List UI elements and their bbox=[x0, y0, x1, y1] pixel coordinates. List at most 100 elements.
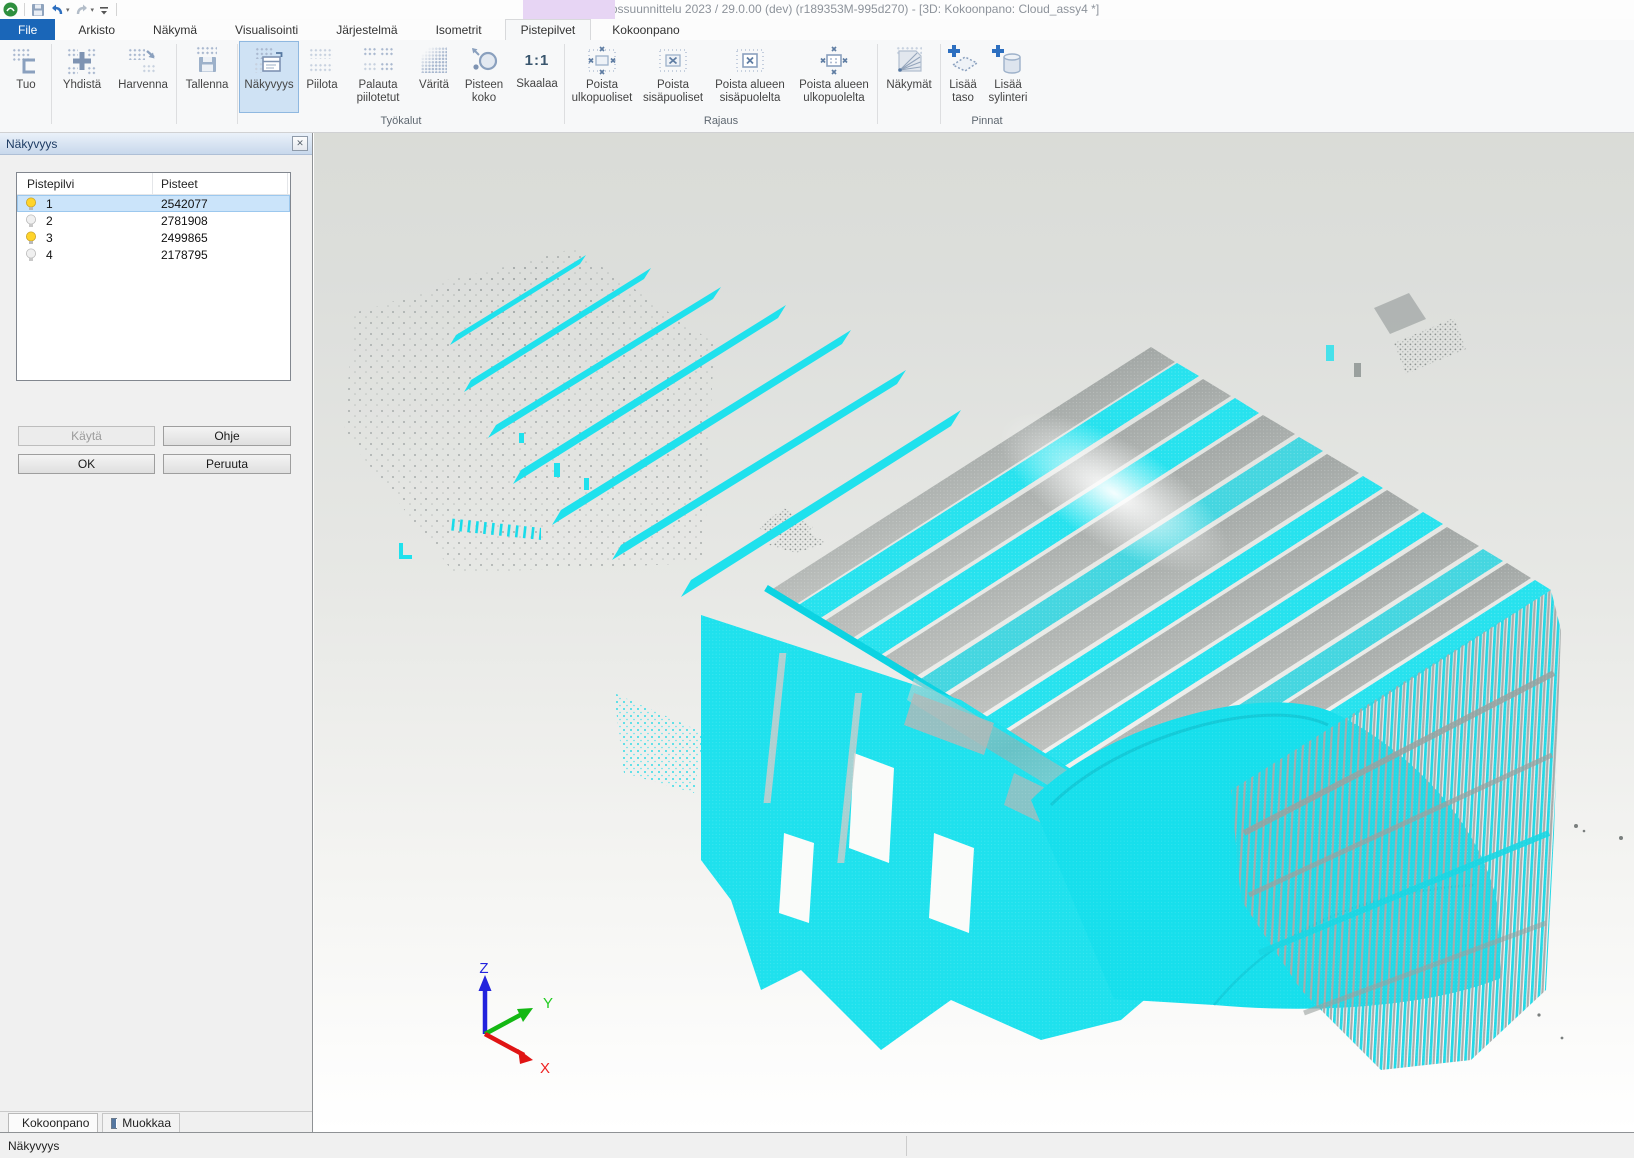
scale-1to1-icon: 1:1 bbox=[520, 44, 554, 78]
tallenna-button[interactable]: Tallenna bbox=[178, 41, 236, 113]
help-button[interactable]: Ohje bbox=[163, 426, 291, 446]
pointcloud-table[interactable]: Pistepilvi Pisteet 1 2542077 2 bbox=[16, 172, 291, 381]
piilota-button[interactable]: Piilota bbox=[299, 41, 345, 113]
merge-clouds-icon bbox=[65, 44, 99, 78]
status-bar: Näkyvyys bbox=[0, 1132, 1634, 1158]
remove-area-inside-icon bbox=[733, 44, 767, 78]
cloud-id: 2 bbox=[46, 214, 53, 228]
ribbon-tab-row: File Arkisto Näkymä Visualisointi Järjes… bbox=[0, 19, 1634, 40]
harvenna-button[interactable]: Harvenna bbox=[111, 41, 175, 113]
table-row[interactable]: 1 2542077 bbox=[17, 195, 290, 212]
tab-file[interactable]: File bbox=[0, 19, 55, 40]
dialog-title: Näkyvyys bbox=[0, 133, 312, 155]
table-row[interactable]: 4 2178795 bbox=[17, 246, 290, 263]
poista-alueen-sisapuolelta-button[interactable]: Poista alueen sisäpuolelta bbox=[708, 41, 792, 113]
bottom-tab-kokoonpano[interactable]: Kokoonpano bbox=[8, 1113, 98, 1133]
sparse-gray-points bbox=[344, 248, 826, 573]
nakymat-button[interactable]: Näkymät bbox=[879, 41, 939, 113]
visibility-dialog-panel: Näkyvyys ✕ Pistepilvi Pisteet 1 2542077 bbox=[0, 133, 313, 1132]
cancel-button[interactable]: Peruuta bbox=[163, 454, 291, 474]
ribbon-group-tyokalut: Näkyvyys Piilota Palau bbox=[239, 41, 563, 132]
remove-area-outside-icon bbox=[817, 44, 851, 78]
column-header-pistepilvi[interactable]: Pistepilvi bbox=[17, 173, 153, 194]
poista-ulkopuoliset-button[interactable]: Poista ulkopuoliset bbox=[566, 41, 638, 113]
group-label-tyokalut: Työkalut bbox=[239, 115, 563, 130]
ribbon-group-save: Tallenna bbox=[178, 41, 236, 132]
hide-cloud-icon bbox=[305, 44, 339, 78]
ribbon-group-views: Näkymät bbox=[879, 41, 939, 132]
varita-button[interactable]: Väritä bbox=[411, 41, 457, 113]
cloud-id: 4 bbox=[46, 248, 53, 262]
group-separator bbox=[940, 44, 941, 124]
ribbon-group-combine: Yhdistä Harvenna bbox=[53, 41, 175, 132]
tab-arkisto[interactable]: Arkisto bbox=[63, 19, 130, 40]
divider bbox=[0, 1111, 312, 1112]
table-header: Pistepilvi Pisteet bbox=[17, 173, 290, 195]
tab-nakyma[interactable]: Näkymä bbox=[138, 19, 212, 40]
group-separator bbox=[877, 44, 878, 124]
group-separator bbox=[237, 44, 238, 124]
tab-visualisointi[interactable]: Visualisointi bbox=[220, 19, 313, 40]
tab-isometrit[interactable]: Isometrit bbox=[421, 19, 497, 40]
column-header-pisteet[interactable]: Pisteet bbox=[153, 173, 288, 194]
point-cloud-canvas: Z Y X bbox=[314, 133, 1634, 1132]
point-size-icon bbox=[467, 44, 501, 78]
table-row[interactable]: 3 2499865 bbox=[17, 229, 290, 246]
cloud-points: 2542077 bbox=[153, 197, 288, 211]
lisaa-sylinteri-button[interactable]: Lisää sylinteri bbox=[984, 41, 1032, 113]
cloud-id: 1 bbox=[46, 197, 53, 211]
yhdista-button[interactable]: Yhdistä bbox=[53, 41, 111, 113]
title-bar: ▾ ▾ Vertex G4 Laitossuunnittelu 2023 / 2… bbox=[0, 0, 1634, 19]
thin-cloud-icon bbox=[126, 44, 160, 78]
bottom-tab-muokkaa[interactable]: Muokkaa bbox=[102, 1113, 180, 1133]
cloud-id: 3 bbox=[46, 231, 53, 245]
bulb-off-icon[interactable] bbox=[25, 214, 37, 228]
tuo-button[interactable]: Tuo bbox=[2, 41, 50, 113]
axis-triad: Z Y X bbox=[479, 960, 554, 1077]
cloud-points: 2178795 bbox=[153, 248, 288, 262]
viewport-3d[interactable]: Z Y X bbox=[314, 133, 1634, 1132]
ribbon: Tuo Yhdistä bbox=[0, 40, 1634, 133]
ok-button[interactable]: OK bbox=[18, 454, 155, 474]
bulb-off-icon[interactable] bbox=[25, 248, 37, 262]
add-plane-icon bbox=[946, 44, 980, 78]
poista-sisapuoliset-button[interactable]: Poista sisäpuoliset bbox=[638, 41, 708, 113]
upper-right-structures bbox=[1326, 293, 1466, 377]
colorize-cloud-icon bbox=[417, 44, 451, 78]
status-divider bbox=[906, 1136, 907, 1156]
remove-inside-icon bbox=[656, 44, 690, 78]
ribbon-group-rajaus: Poista ulkopuoliset Poista sisäpuoliset bbox=[566, 41, 876, 132]
contextual-tab-highlight bbox=[523, 0, 615, 20]
group-label-rajaus: Rajaus bbox=[566, 115, 876, 130]
group-separator bbox=[176, 44, 177, 124]
save-cloud-icon bbox=[190, 44, 224, 78]
lisaa-taso-button[interactable]: Lisää taso bbox=[942, 41, 984, 113]
edit-window-icon bbox=[111, 1118, 117, 1129]
remove-outside-icon bbox=[585, 44, 619, 78]
poista-alueen-ulkopuolelta-button[interactable]: Poista alueen ulkopuolelta bbox=[792, 41, 876, 113]
window-title: Vertex G4 Laitossuunnittelu 2023 / 29.0.… bbox=[0, 0, 1634, 19]
group-separator bbox=[564, 44, 565, 124]
ribbon-group-pinnat: Lisää taso Lisää sylinteri Pinnat bbox=[942, 41, 1032, 132]
group-label-pinnat: Pinnat bbox=[942, 115, 1032, 130]
axis-z-label: Z bbox=[479, 960, 488, 977]
bulb-on-icon[interactable] bbox=[25, 231, 37, 245]
dialog-close-icon[interactable]: ✕ bbox=[292, 136, 308, 151]
tab-kokoonpano[interactable]: Kokoonpano bbox=[597, 19, 694, 40]
bulb-on-icon[interactable] bbox=[25, 197, 37, 211]
views-icon bbox=[892, 44, 926, 78]
skaalaa-button[interactable]: 1:1 Skaalaa bbox=[511, 41, 563, 113]
pisteen-koko-button[interactable]: Pisteen koko bbox=[457, 41, 511, 113]
visibility-dialog-icon bbox=[252, 44, 286, 78]
ribbon-group-import: Tuo bbox=[2, 41, 50, 132]
cloud-points: 2499865 bbox=[153, 231, 288, 245]
apply-button[interactable]: Käytä bbox=[18, 426, 155, 446]
application-window: ▾ ▾ Vertex G4 Laitossuunnittelu 2023 / 2… bbox=[0, 0, 1634, 1158]
palauta-piilotetut-button[interactable]: Palauta piilotetut bbox=[345, 41, 411, 113]
tab-jarjestelma[interactable]: Järjestelmä bbox=[321, 19, 412, 40]
axis-x-label: X bbox=[540, 1060, 550, 1077]
tab-pistepilvet[interactable]: Pistepilvet bbox=[505, 19, 592, 40]
table-row[interactable]: 2 2781908 bbox=[17, 212, 290, 229]
import-cloud-icon bbox=[9, 44, 43, 78]
nakyvyys-button[interactable]: Näkyvyys bbox=[239, 41, 299, 113]
